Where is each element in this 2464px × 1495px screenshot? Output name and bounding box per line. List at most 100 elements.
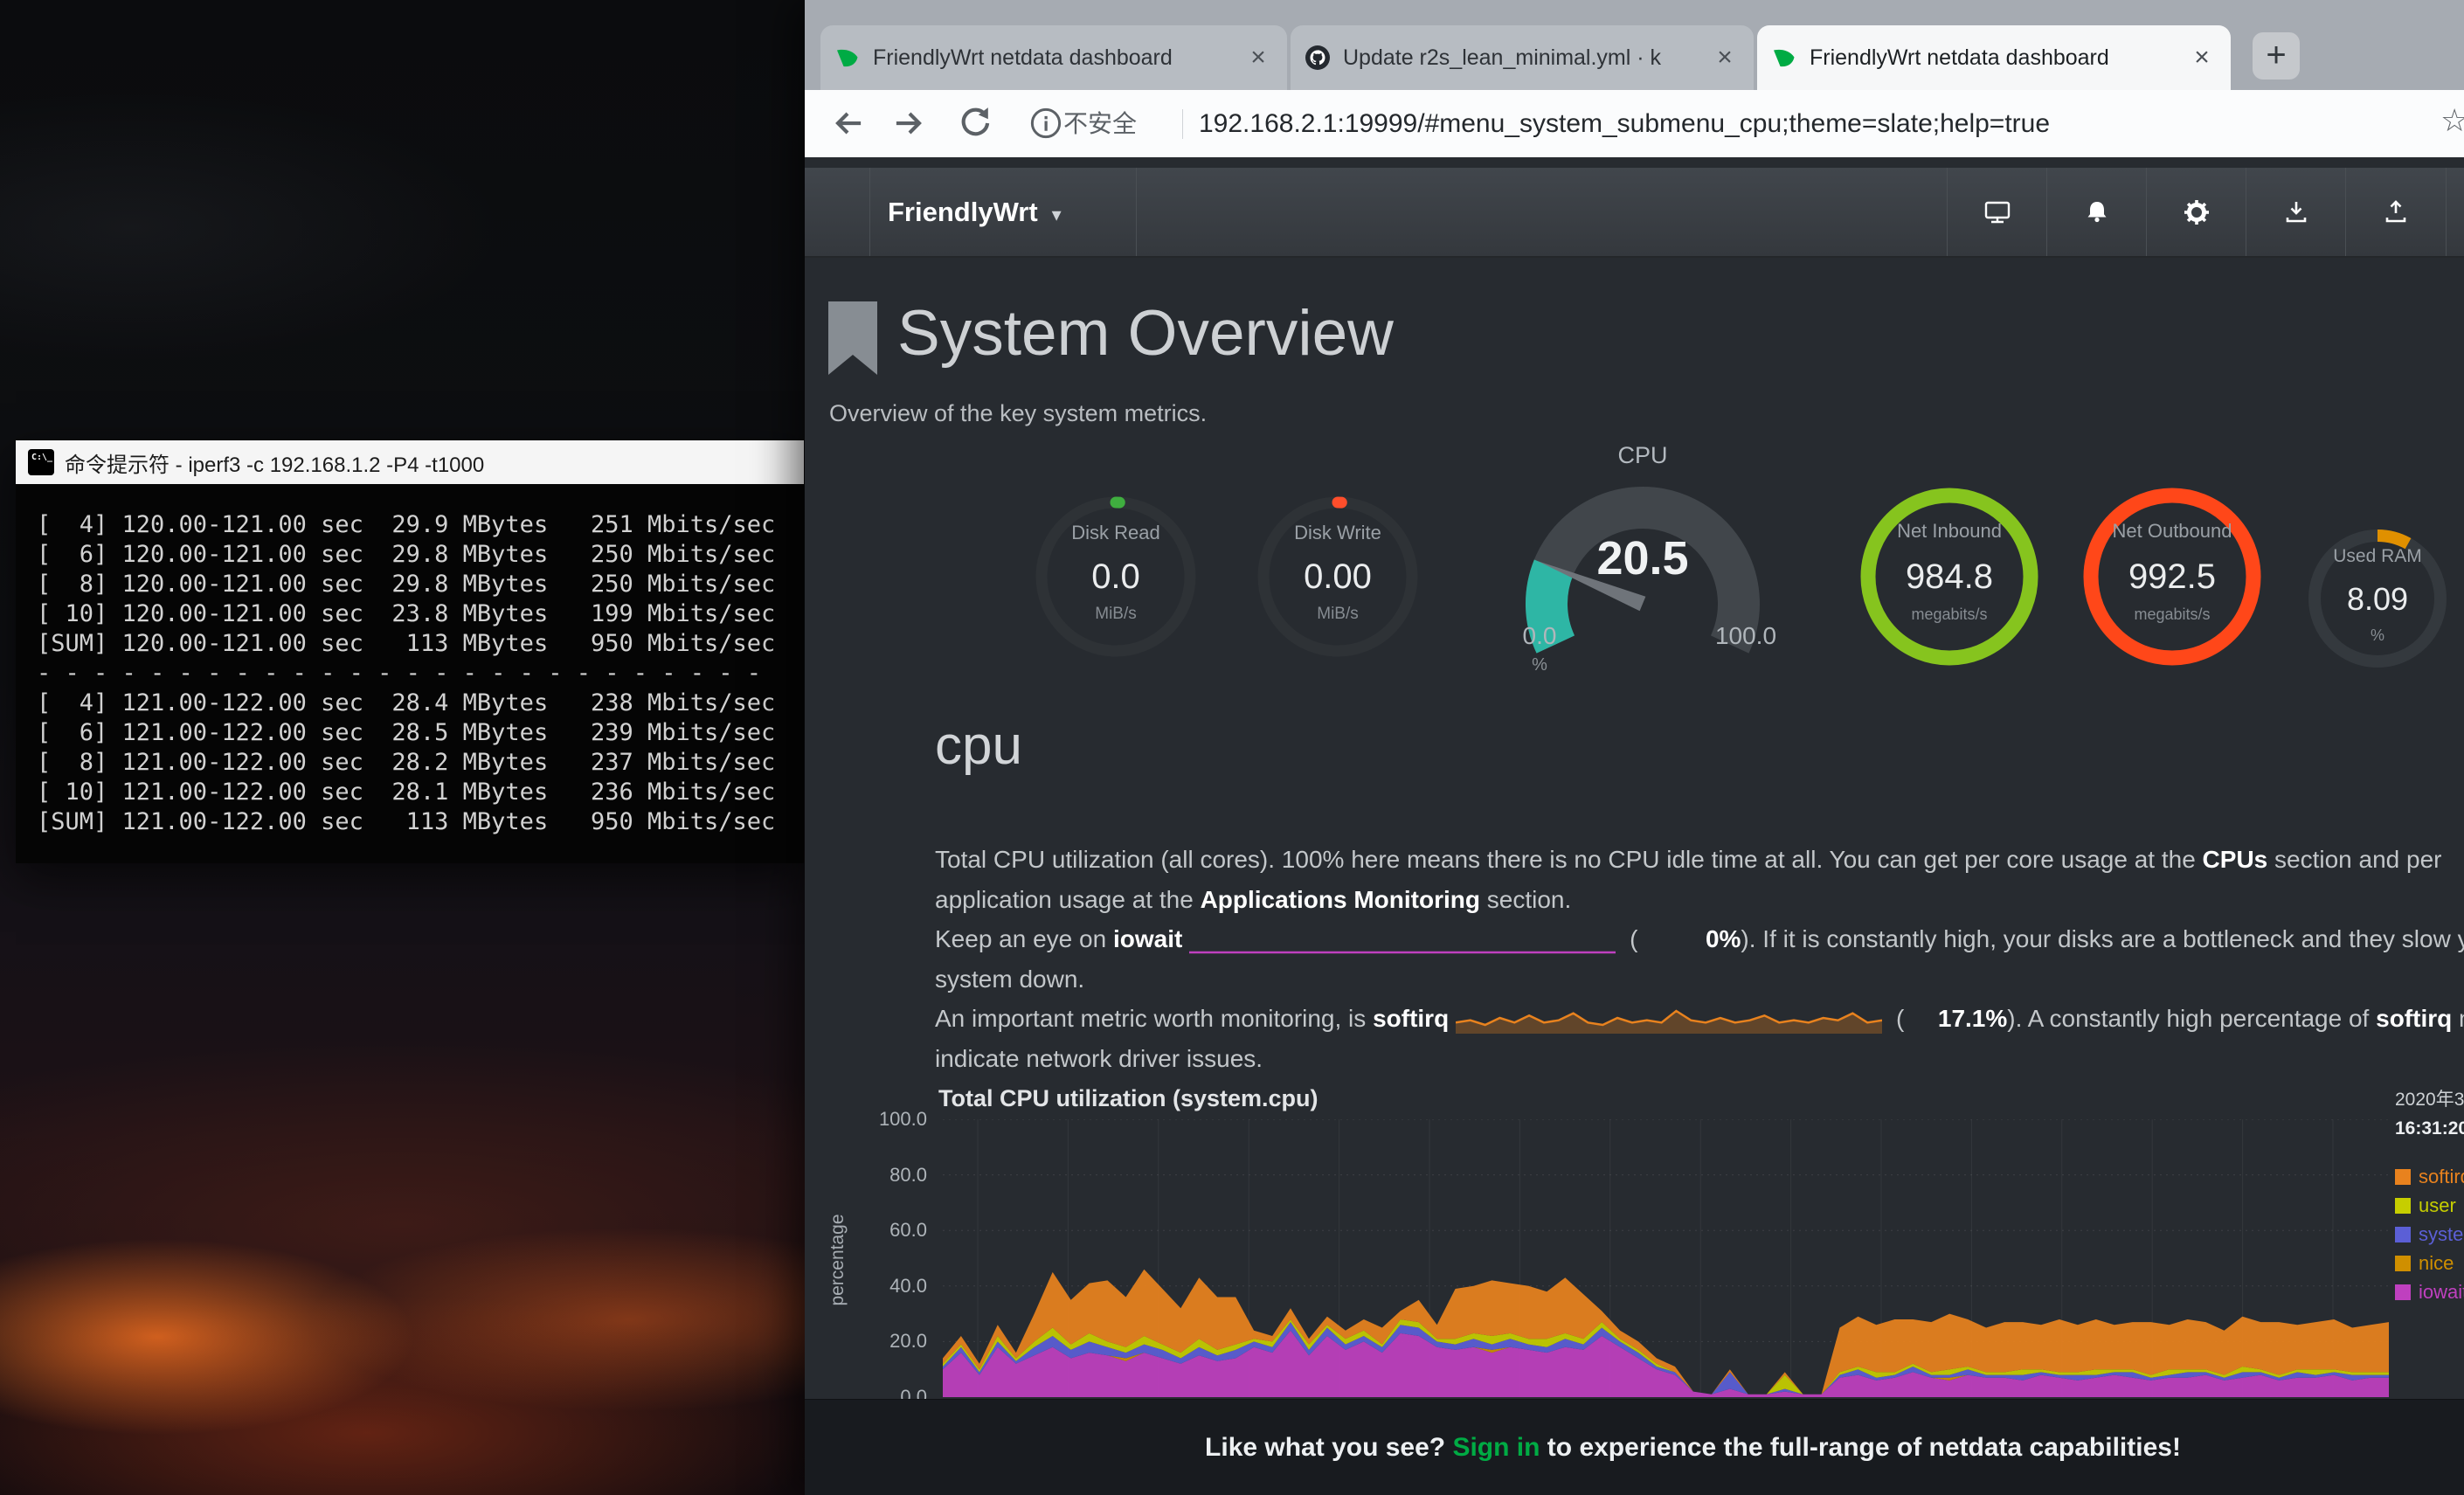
legend-item[interactable]: system xyxy=(2395,1223,2464,1252)
gauge-label: Disk Read xyxy=(1033,523,1199,543)
paragraph-text: 17.1% xyxy=(1904,999,2007,1039)
legend-item[interactable]: softirq xyxy=(2395,1166,2464,1194)
back-button[interactable] xyxy=(828,104,867,142)
legend-swatch xyxy=(2395,1284,2411,1300)
terminal-window[interactable]: C:\_ 命令提示符 - iperf3 -c 192.168.1.2 -P4 -… xyxy=(16,440,804,863)
paragraph-text: ( xyxy=(1889,1005,1904,1032)
terminal-titlebar[interactable]: C:\_ 命令提示符 - iperf3 -c 192.168.1.2 -P4 -… xyxy=(16,440,804,484)
iowait-sparkline[interactable] xyxy=(1182,925,1623,952)
gauge-value: 984.8 xyxy=(1858,559,2041,594)
gauge-label: Net Inbound xyxy=(1858,522,2041,541)
legend-item[interactable]: iowait xyxy=(2395,1281,2464,1310)
signin-bar: Like what you see? Sign in to experience… xyxy=(805,1399,2464,1495)
display-button[interactable] xyxy=(1947,168,2047,256)
paragraph-text: ). A constantly high percentage of xyxy=(2007,1005,2376,1032)
gauge-cpu[interactable]: 20.5 0.0 100.0 % xyxy=(1494,468,1791,687)
brand-dropdown[interactable]: FriendlyWrt▾ xyxy=(888,168,1062,256)
paragraph-text: 0% xyxy=(1637,919,1741,959)
desktop: C:\_ 命令提示符 - iperf3 -c 192.168.1.2 -P4 -… xyxy=(0,0,2464,1495)
bookmark-star-icon[interactable]: ☆ xyxy=(2440,102,2464,139)
url-field[interactable]: 192.168.2.1:19999/#menu_system_submenu_c… xyxy=(1199,90,2050,157)
legend-item[interactable]: user xyxy=(2395,1194,2464,1223)
browser-window: FriendlyWrt netdata dashboard × Update r… xyxy=(805,0,2464,1495)
gauge-units: megabits/s xyxy=(1858,606,2041,622)
tab-title: Update r2s_lean_minimal.yml · k xyxy=(1343,45,1698,71)
gauge-units: % xyxy=(1499,655,1580,675)
terminal-output: [ 4] 120.00-121.00 sec 29.9 MBytes 251 M… xyxy=(16,484,804,863)
close-icon[interactable]: × xyxy=(2187,43,2217,73)
y-tick-label: 100.0 xyxy=(805,1108,927,1131)
gauge-units: MiB/s xyxy=(1033,606,1199,622)
gauge-net-outbound[interactable]: Net Outbound 992.5 megabits/s xyxy=(2080,485,2264,668)
tab-title: FriendlyWrt netdata dashboard xyxy=(1810,45,2175,71)
paragraph-text: An important metric worth monitoring, is xyxy=(935,1005,1373,1032)
paragraph-text: system down. xyxy=(935,966,1084,993)
close-icon[interactable]: × xyxy=(1243,43,1273,73)
security-label[interactable]: 不安全 xyxy=(1063,90,1137,157)
legend-item[interactable]: nice xyxy=(2395,1252,2464,1281)
cpu-chart-svg[interactable] xyxy=(943,1119,2389,1397)
chart-time: 16:31:20 xyxy=(2395,1118,2464,1139)
divider xyxy=(869,168,870,256)
emphasis-text: CPUs xyxy=(2203,846,2268,873)
paragraph-text: Total CPU utilization (all cores). 100% … xyxy=(935,846,2203,873)
gauge-label: Used RAM xyxy=(2303,547,2452,565)
gauge-label: Net Outbound xyxy=(2080,522,2264,541)
bookmark-icon xyxy=(828,301,877,379)
gauge-disk-write[interactable]: Disk Write 0.00 MiB/s xyxy=(1255,494,1421,660)
netdata-icon xyxy=(834,45,861,71)
gauge-min: 0.0 xyxy=(1499,622,1580,650)
alarms-bell-button[interactable] xyxy=(2046,168,2147,256)
upload-button[interactable] xyxy=(2345,168,2447,256)
gauge-units: MiB/s xyxy=(1255,606,1421,622)
tab-github[interactable]: Update r2s_lean_minimal.yml · k × xyxy=(1291,25,1754,90)
paragraph-text: application usage at the xyxy=(935,886,1201,913)
gauge-used-ram[interactable]: Used RAM 8.09 % xyxy=(2303,524,2452,673)
netdata-navbar: FriendlyWrt▾ xyxy=(805,168,2464,258)
gauge-units: megabits/s xyxy=(2080,606,2264,622)
paragraph-text: ). If it is constantly high, your disks … xyxy=(1741,925,2464,952)
gauge-value: 8.09 xyxy=(2303,584,2452,615)
paragraph-text: Keep an eye on xyxy=(935,925,1113,952)
chevron-down-icon: ▾ xyxy=(1052,204,1062,225)
reload-button[interactable] xyxy=(955,104,993,142)
gauge-value: 992.5 xyxy=(2080,559,2264,594)
download-button[interactable] xyxy=(2246,168,2346,256)
cpu-paragraph: Total CPU utilization (all cores). 100% … xyxy=(935,840,2464,1078)
emphasis-text: softirq xyxy=(1373,1005,1449,1032)
tab-strip: FriendlyWrt netdata dashboard × Update r… xyxy=(805,0,2464,90)
tab-friendlywrt-1[interactable]: FriendlyWrt netdata dashboard × xyxy=(820,25,1287,90)
gauge-units: % xyxy=(2303,627,2452,643)
softirq-sparkline[interactable] xyxy=(1449,1005,1889,1032)
y-axis-label: percentage xyxy=(827,1214,848,1305)
legend-label: softirq xyxy=(2419,1166,2464,1187)
divider xyxy=(1136,168,1137,256)
gauge-net-inbound[interactable]: Net Inbound 984.8 megabits/s xyxy=(1858,485,2041,668)
paragraph-text: may xyxy=(2452,1005,2464,1032)
settings-gear-button[interactable] xyxy=(2146,168,2246,256)
new-tab-button[interactable]: + xyxy=(2253,32,2300,80)
tab-friendlywrt-2-active[interactable]: FriendlyWrt netdata dashboard × xyxy=(1757,25,2231,90)
forward-button[interactable] xyxy=(890,104,929,142)
legend-swatch xyxy=(2395,1227,2411,1242)
paragraph-text: indicate network driver issues. xyxy=(935,1045,1263,1072)
cpu-gauge-title: CPU xyxy=(1494,442,1791,469)
y-tick-label: 40.0 xyxy=(805,1275,927,1298)
legend-label: user xyxy=(2419,1194,2456,1216)
y-tick-label: 60.0 xyxy=(805,1219,927,1242)
close-icon[interactable]: × xyxy=(1710,43,1740,73)
terminal-title: 命令提示符 - iperf3 -c 192.168.1.2 -P4 -t1000 xyxy=(65,447,484,478)
y-tick-label: 80.0 xyxy=(805,1164,927,1187)
legend-swatch xyxy=(2395,1256,2411,1271)
legend-label: system xyxy=(2419,1223,2464,1245)
gauge-label: Disk Write xyxy=(1255,523,1421,543)
legend-swatch xyxy=(2395,1198,2411,1214)
sign-in-link[interactable]: Sign in xyxy=(1452,1433,1540,1462)
legend-label: nice xyxy=(2419,1252,2454,1274)
signin-text-post: to experience the full-range of netdata … xyxy=(1540,1433,2181,1462)
gauge-disk-read[interactable]: Disk Read 0.0 MiB/s xyxy=(1033,494,1199,660)
cmd-icon: C:\_ xyxy=(28,449,54,475)
site-info-icon[interactable] xyxy=(1028,106,1067,144)
netdata-icon xyxy=(1771,45,1797,71)
paragraph-text: ( xyxy=(1623,925,1637,952)
